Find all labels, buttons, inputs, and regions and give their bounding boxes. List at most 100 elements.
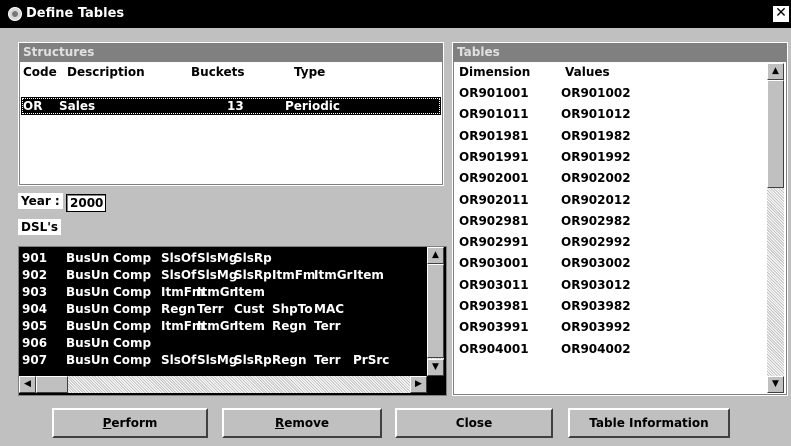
table-row[interactable]: OR902981 OR902982 bbox=[453, 211, 763, 232]
dsl-code: 906 bbox=[22, 336, 48, 350]
table-values: OR903982 bbox=[561, 299, 631, 313]
dsl-field: BusUn bbox=[66, 353, 110, 367]
structures-columns: Code Description Buckets Type bbox=[19, 63, 443, 81]
dsl-field: SlsOf bbox=[161, 268, 197, 282]
table-dimension: OR903001 bbox=[459, 256, 529, 271]
table-dimension: OR901011 bbox=[459, 107, 529, 122]
dsl-field: BusUn bbox=[66, 336, 110, 350]
dsl-code: 905 bbox=[22, 319, 48, 333]
dsl-field: BusUn bbox=[66, 302, 110, 316]
column-type: Type bbox=[294, 65, 326, 79]
dsl-field: Comp bbox=[113, 302, 152, 316]
table-row[interactable]: OR903011 OR903012 bbox=[453, 275, 763, 296]
dsl-field: Comp bbox=[113, 251, 152, 265]
structure-code: OR bbox=[23, 99, 43, 113]
dsl-field: SlsMg bbox=[197, 251, 238, 265]
year-input[interactable]: 2000 bbox=[66, 194, 106, 212]
dsl-vertical-scrollbar[interactable]: ▲ ▼ bbox=[427, 247, 444, 376]
dsl-field: Comp bbox=[113, 268, 152, 282]
dsl-field: Comp bbox=[113, 319, 152, 333]
table-row[interactable]: OR902991 OR902992 bbox=[453, 232, 763, 253]
dsl-list[interactable]: 901 BusUn Comp SlsOf SlsMg SlsRp 902 BusUn Comp S… bbox=[18, 246, 447, 396]
structure-row-selected[interactable]: OR Sales 13 Periodic bbox=[21, 97, 441, 115]
close-button[interactable]: Close bbox=[395, 408, 553, 438]
dsl-field: Item bbox=[234, 319, 265, 333]
year-label: Year : bbox=[18, 193, 63, 209]
column-dimension: Dimension bbox=[459, 65, 531, 79]
table-values: OR904002 bbox=[561, 341, 631, 356]
dsl-field: ItmFm bbox=[272, 268, 316, 282]
title-bar: Define Tables ✕ bbox=[0, 0, 791, 28]
column-code: Code bbox=[23, 65, 57, 79]
table-values: OR903992 bbox=[561, 320, 631, 335]
table-values: OR903012 bbox=[561, 277, 631, 292]
dsl-field: ItmGr bbox=[197, 285, 236, 299]
table-row[interactable]: OR903001 OR903002 bbox=[453, 253, 763, 274]
dsl-field: SlsMg bbox=[197, 268, 238, 282]
dsl-field: BusUn bbox=[66, 251, 110, 265]
table-row[interactable]: OR901991 OR901992 bbox=[453, 147, 763, 168]
table-dimension: OR903991 bbox=[459, 320, 529, 335]
tables-panel: Tables Dimension Values OR901001 OR901002… bbox=[452, 42, 788, 396]
arrow-up-icon[interactable]: ▲ bbox=[427, 247, 444, 264]
table-dimension: OR901981 bbox=[459, 128, 529, 143]
arrow-up-icon[interactable]: ▲ bbox=[767, 63, 784, 80]
table-row[interactable]: OR904001 OR904002 bbox=[453, 339, 763, 360]
dsl-field: PrSrc bbox=[353, 353, 390, 367]
structure-buckets: 13 bbox=[227, 99, 244, 113]
table-row[interactable]: OR903981 OR903982 bbox=[453, 296, 763, 317]
remove-button[interactable]: Remove bbox=[222, 408, 382, 438]
dsl-field: Regn bbox=[272, 353, 307, 367]
table-values: OR901012 bbox=[561, 107, 631, 122]
arrow-left-icon[interactable]: ◀ bbox=[19, 376, 36, 393]
arrow-down-icon[interactable]: ▼ bbox=[767, 376, 784, 393]
tables-columns: Dimension Values bbox=[453, 63, 787, 81]
table-row[interactable]: OR901981 OR901982 bbox=[453, 126, 763, 147]
dsl-field: Terr bbox=[197, 302, 224, 316]
dsl-hscroll-thumb[interactable] bbox=[36, 376, 68, 393]
dsl-scroll-thumb[interactable] bbox=[427, 264, 444, 358]
table-dimension: OR902011 bbox=[459, 192, 529, 207]
dsl-field: SlsRp bbox=[234, 251, 272, 265]
dsl-field: Cust bbox=[234, 302, 265, 316]
table-row[interactable]: OR903991 OR903992 bbox=[453, 317, 763, 338]
structure-description: Sales bbox=[59, 99, 96, 113]
dsl-field: ShpTo bbox=[272, 302, 313, 316]
arrow-down-icon[interactable]: ▼ bbox=[427, 359, 444, 376]
tables-header: Tables bbox=[453, 43, 787, 62]
tables-vertical-scrollbar[interactable]: ▲ ▼ bbox=[767, 63, 784, 393]
table-values: OR902982 bbox=[561, 213, 631, 228]
table-row[interactable]: OR901001 OR901002 bbox=[453, 83, 763, 104]
table-values: OR903002 bbox=[561, 256, 631, 271]
table-row[interactable]: OR902011 OR902012 bbox=[453, 190, 763, 211]
table-dimension: OR902981 bbox=[459, 213, 529, 228]
dsl-field: Comp bbox=[113, 353, 152, 367]
dsl-field: SlsOf bbox=[161, 251, 197, 265]
perform-button[interactable]: Perform bbox=[52, 408, 208, 438]
dsl-field: Comp bbox=[113, 336, 152, 350]
table-dimension: OR903981 bbox=[459, 299, 529, 313]
dsl-field: BusUn bbox=[66, 285, 110, 299]
dsl-code: 907 bbox=[22, 353, 48, 367]
dsl-field: Terr bbox=[314, 353, 341, 367]
dsl-field: Item bbox=[353, 268, 384, 282]
dsl-field: SlsRp bbox=[234, 268, 272, 282]
dsls-label: DSL's bbox=[18, 219, 62, 235]
dsl-horizontal-scrollbar[interactable]: ◀ ▶ bbox=[19, 376, 427, 393]
arrow-right-icon[interactable]: ▶ bbox=[410, 376, 427, 393]
table-information-button[interactable]: Table Information bbox=[568, 408, 730, 438]
tables-scroll-thumb[interactable] bbox=[767, 80, 784, 188]
table-values: OR902002 bbox=[561, 171, 631, 186]
dsl-field: BusUn bbox=[66, 268, 110, 282]
table-dimension: OR901001 bbox=[459, 86, 529, 100]
dsl-field: Terr bbox=[314, 319, 341, 333]
dsl-code: 904 bbox=[22, 302, 48, 316]
table-dimension: OR904001 bbox=[459, 341, 529, 356]
dsl-field: Item bbox=[234, 285, 265, 299]
column-buckets: Buckets bbox=[191, 65, 245, 79]
column-description: Description bbox=[67, 65, 145, 79]
table-row[interactable]: OR901011 OR901012 bbox=[453, 104, 763, 125]
structures-header: Structures bbox=[19, 43, 443, 62]
table-row[interactable]: OR902001 OR902002 bbox=[453, 168, 763, 189]
close-icon[interactable]: ✕ bbox=[773, 6, 789, 22]
